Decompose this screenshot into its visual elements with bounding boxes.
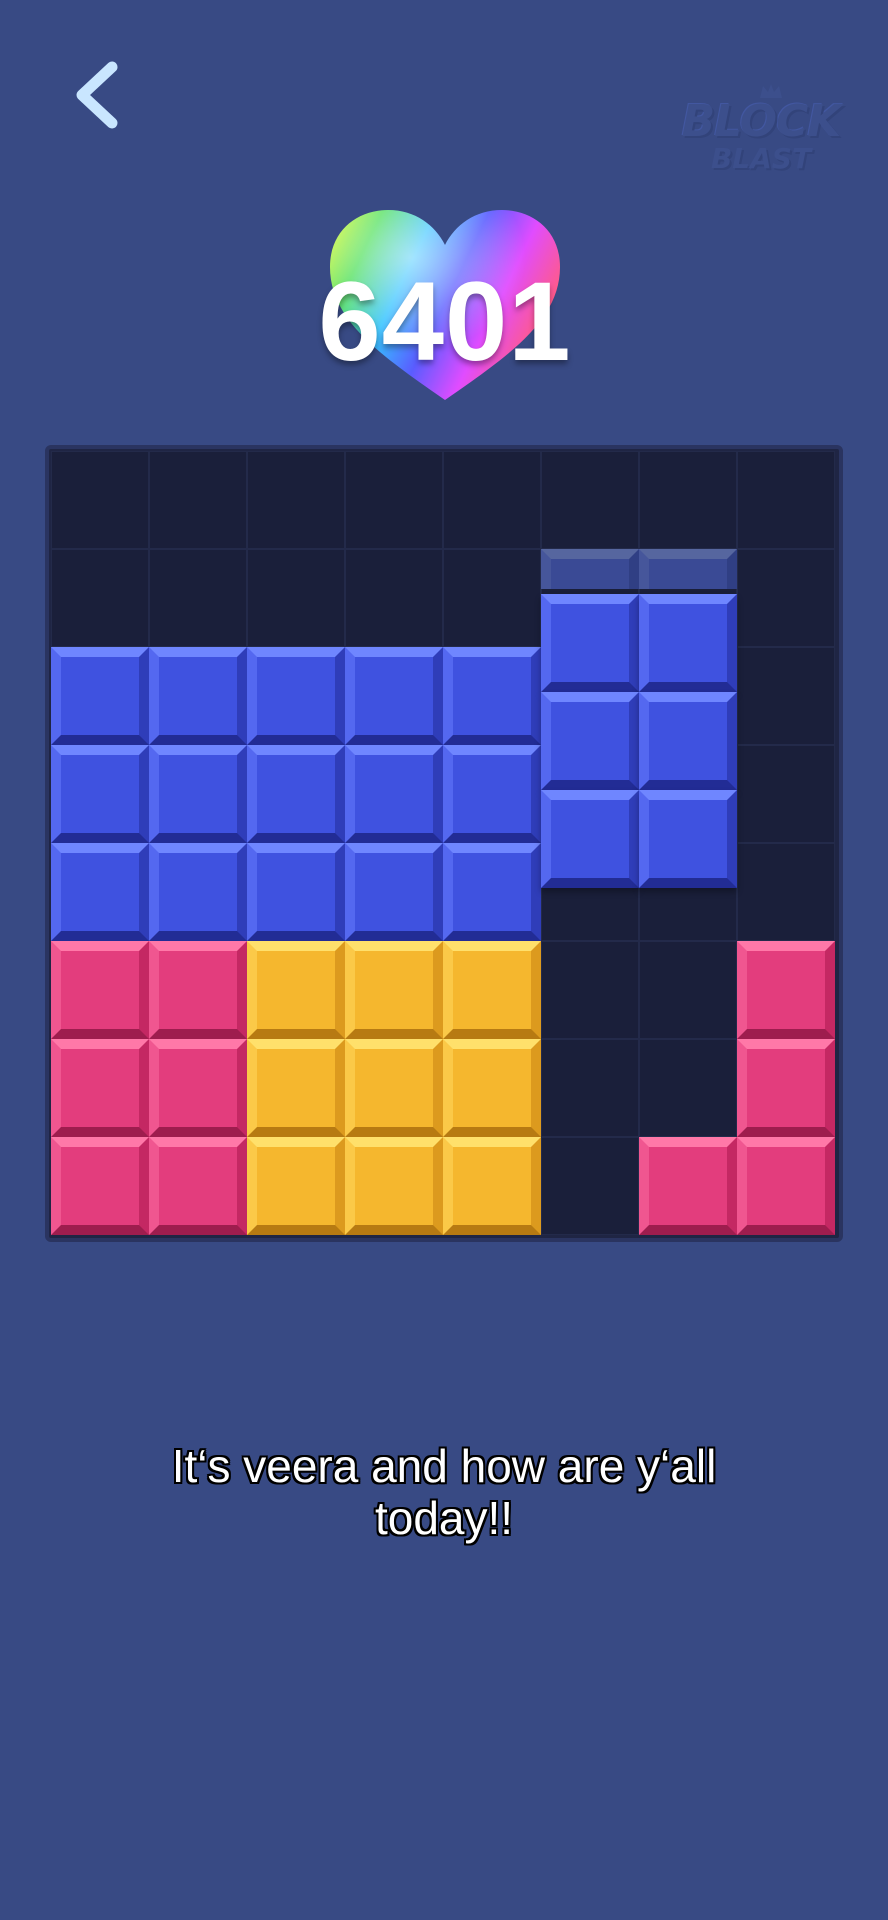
pink-block [149,1137,247,1235]
board-cell [541,451,639,549]
score-display: 6401 [300,205,590,405]
board-cell [639,451,737,549]
dragged-piece-block[interactable] [639,594,737,692]
board-cell [443,451,541,549]
dragged-piece-block[interactable] [541,594,639,692]
gold-block [443,941,541,1039]
board-cell [247,451,345,549]
pink-block [737,1039,835,1137]
block-blast-logo: BLOCK BLAST [676,84,846,184]
board-cell [51,451,149,549]
gold-block [345,1039,443,1137]
board-cell [345,451,443,549]
blue-block [443,647,541,745]
board-cell [541,941,639,1039]
ghost-block [639,549,737,589]
caption-line-2: today!! [374,1492,514,1544]
pink-block [737,1137,835,1235]
blue-block [443,843,541,941]
board-cell [737,647,835,745]
back-button[interactable] [62,55,132,135]
blue-block [51,745,149,843]
board-cell [149,549,247,647]
gold-block [443,1137,541,1235]
dragged-piece-block[interactable] [639,790,737,888]
gold-block [345,941,443,1039]
board-cell [639,1039,737,1137]
blue-block [149,843,247,941]
pink-block [51,941,149,1039]
blue-block [345,745,443,843]
gold-block [443,1039,541,1137]
gold-block [247,1137,345,1235]
board-cell [737,549,835,647]
blue-block [149,647,247,745]
gold-block [247,941,345,1039]
blue-block [51,647,149,745]
board-cell [639,941,737,1039]
blue-block [247,745,345,843]
chevron-left-icon [76,61,118,129]
blue-block [51,843,149,941]
dragged-piece-block[interactable] [541,692,639,790]
blue-block [247,843,345,941]
blue-block [443,745,541,843]
board-cell [541,1137,639,1235]
video-caption: It‘s veera and how are y‘all today!! [60,1440,828,1544]
board-cell [737,843,835,941]
blue-block [149,745,247,843]
blue-block [247,647,345,745]
pink-block [639,1137,737,1235]
dragged-piece-block[interactable] [541,790,639,888]
blue-block [345,647,443,745]
logo-text-block: BLOCK [681,96,842,147]
game-board[interactable] [45,445,843,1242]
gold-block [345,1137,443,1235]
board-cell [345,549,443,647]
logo-text-blast: BLAST [710,142,812,175]
score-value: 6401 [318,259,572,384]
pink-block [737,941,835,1039]
board-cell [149,451,247,549]
gold-block [247,1039,345,1137]
dragged-piece-block[interactable] [639,692,737,790]
board-cell [541,1039,639,1137]
ghost-block [541,549,639,589]
board-cell [247,549,345,647]
board-cell [51,549,149,647]
pink-block [51,1039,149,1137]
pink-block [149,941,247,1039]
pink-block [149,1039,247,1137]
pink-block [51,1137,149,1235]
blue-block [345,843,443,941]
board-cell [737,451,835,549]
board-cell [443,549,541,647]
caption-line-1: It‘s veera and how are y‘all [171,1440,717,1492]
board-cell [737,745,835,843]
